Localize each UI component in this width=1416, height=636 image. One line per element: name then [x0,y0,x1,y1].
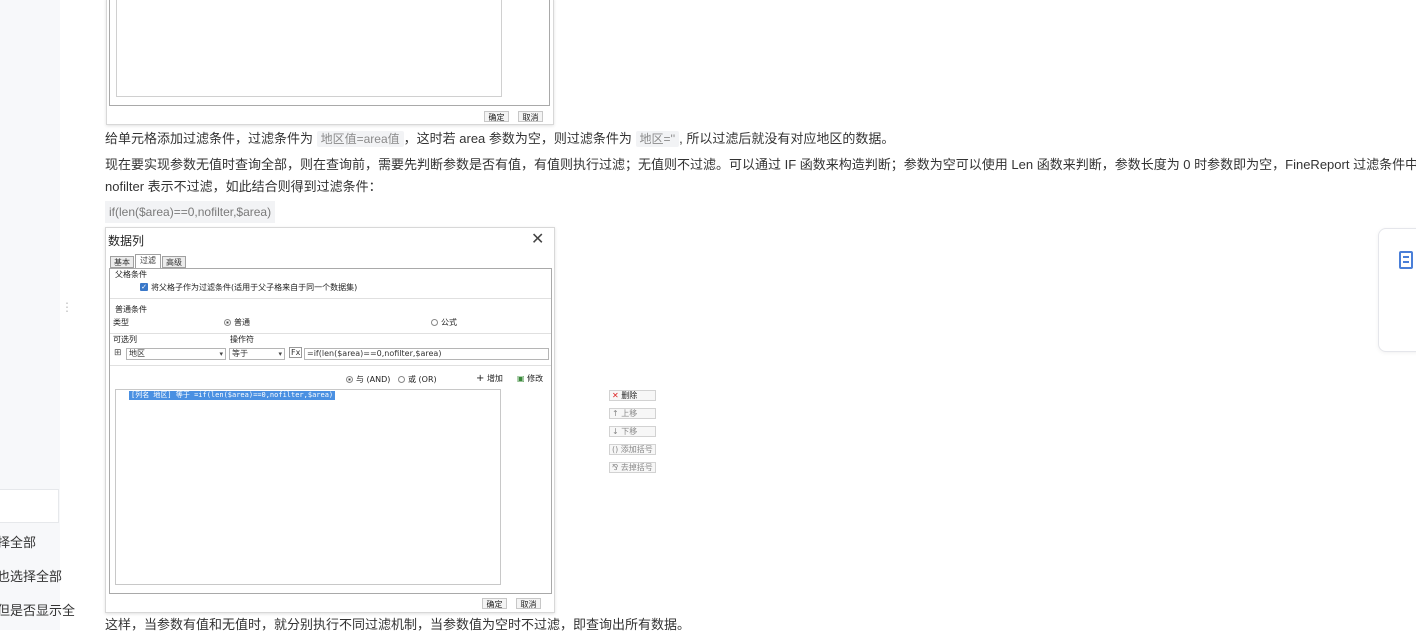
add-bracket-button[interactable]: () 添加括号 [609,444,656,455]
top-dialog-image: 确定 取消 [106,0,554,125]
radio-normal[interactable] [224,319,231,326]
chevron-down-icon: ▾ [278,350,282,358]
delete-icon: ✕ [612,391,619,400]
sidebar-item[interactable]: 也选择全部 [0,566,62,585]
parent-checkbox[interactable]: ✓ [140,283,148,291]
data-column-dialog: 数据列 ✕ 基本 过滤 高级 父格条件 ✓ 将父格子作为过滤条件(适用于父子格来… [105,227,656,613]
edit-icon: ▣ [517,374,525,383]
document-icon[interactable] [1399,251,1413,269]
paragraph-2-line-2: nofilter 表示不过滤，如此结合则得到过滤条件： [105,179,382,194]
add-button[interactable]: + 增加 [476,373,503,384]
document-icon-line [1403,256,1409,258]
plus-icon: + [476,373,485,384]
radio-and-label: 与 (AND) [356,375,391,384]
add-bracket-label: 添加括号 [620,445,653,454]
arrow-up-icon: ↑ [612,409,619,418]
p1-text-mid: ，这时若 area 参数为空，则过滤条件为 [403,131,636,146]
sidebar-item[interactable]: 择全部 [0,532,36,551]
sidebar-item[interactable]: 但是否显示全 [0,600,75,619]
radio-and[interactable] [346,376,353,383]
operator-select[interactable]: 等于 ▾ [229,348,285,360]
remove-bracket-icon: ⅋ [612,463,619,472]
paragraph-1: 给单元格添加过滤条件，过滤条件为 地区值=area值 ，这时若 area 参数为空… [105,128,894,150]
condition-item[interactable]: [列名 地区] 等于 =if(len($area)==0,nofilter,$a… [129,391,336,400]
radio-normal-label: 普通 [234,318,250,327]
condition-list[interactable]: [列名 地区] 等于 =if(len($area)==0,nofilter,$a… [115,389,501,585]
divider [110,333,551,334]
divider [110,298,551,299]
delete-button-label: 删除 [621,391,638,400]
radio-formula[interactable] [431,319,438,326]
dialog-cancel-button[interactable]: 取消 [516,598,541,609]
inline-code-1: 地区值=area值 [316,131,404,147]
top-ok-button[interactable]: 确定 [484,111,509,122]
floating-toolbar[interactable] [1378,228,1416,352]
close-icon[interactable]: ✕ [531,229,544,248]
divider [110,365,551,366]
formula-icon[interactable]: Fx [289,347,303,358]
tab-basic[interactable]: 基本 [110,256,134,268]
type-label: 类型 [113,318,129,327]
dialog-title: 数据列 [108,234,145,248]
move-down-button[interactable]: ↓ 下移 [609,426,656,437]
filter-panel: 父格条件 ✓ 将父格子作为过滤条件(适用于父子格来自于同一个数据集) 普通条件 … [109,268,656,594]
column-select[interactable]: 地区 ▾ [126,348,226,360]
bracket-icon: () [612,445,619,454]
normal-section-label: 普通条件 [115,305,147,314]
paragraph-3: 这样，当参数有值和无值时，就分别执行不同过滤机制，当参数值为空时不过滤，即查询出… [105,617,691,632]
parent-checkbox-label: 将父格子作为过滤条件(适用于父子格来自于同一个数据集) [151,283,358,292]
p1-text-post: , 所以过滤后就没有对应地区的数据。 [679,131,895,146]
arrow-down-icon: ↓ [612,427,619,436]
p1-text-pre: 给单元格添加过滤条件，过滤条件为 [105,131,317,146]
move-up-button[interactable]: ↑ 上移 [609,408,656,419]
move-up-label: 上移 [621,409,638,418]
inline-code-2: 地区='' [635,131,680,147]
tab-advanced[interactable]: 高级 [162,256,186,268]
top-dialog-list [116,0,502,97]
remove-bracket-button[interactable]: ⅋ 去掉括号 [609,462,656,473]
operator-select-value: 等于 [232,349,248,358]
modify-button[interactable]: ▣ 修改 [517,373,543,384]
dialog-ok-button[interactable]: 确定 [482,598,507,609]
radio-formula-label: 公式 [441,318,457,327]
formula-input[interactable]: =if(len($area)==0,nofilter,$area) [304,348,549,360]
move-down-label: 下移 [621,427,638,436]
column-label: 可选列 [113,335,137,344]
drag-handle-icon[interactable]: ⋮ [61,300,73,314]
tab-filter[interactable]: 过滤 [135,254,161,268]
code-block: if(len($area)==0,nofilter,$area) [105,201,276,223]
column-icon: ⊞ [114,348,122,358]
sidebar-search-box[interactable] [0,489,59,523]
remove-bracket-label: 去掉括号 [620,463,653,472]
modify-button-label: 修改 [527,374,544,383]
delete-button[interactable]: ✕ 删除 [609,390,656,401]
operator-label: 操作符 [230,335,254,344]
paragraph-2-line-1: 现在要实现参数无值时查询全部，则在查询前，需要先判断参数是否有值，有值则执行过滤… [105,157,1416,172]
document-icon-line [1403,261,1409,263]
radio-or-label: 或 (OR) [408,375,437,384]
parent-section-label: 父格条件 [115,270,147,279]
column-select-value: 地区 [129,349,145,358]
top-cancel-button[interactable]: 取消 [518,111,543,122]
radio-or[interactable] [398,376,405,383]
chevron-down-icon: ▾ [219,350,223,358]
top-dialog-panel [109,0,550,106]
add-button-label: 增加 [486,374,503,383]
